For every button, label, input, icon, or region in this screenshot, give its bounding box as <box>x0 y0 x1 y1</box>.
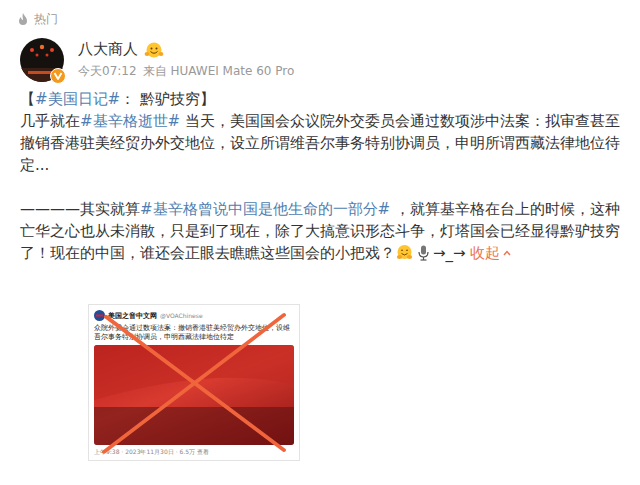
post-meta: 今天07:12 来自 HUAWEI Mate 60 Pro <box>78 63 294 80</box>
hashtag-link[interactable]: #基辛格逝世# <box>80 112 180 130</box>
cross-out-icon <box>88 304 300 461</box>
post-content: 【#美国日记#： 黔驴技穷】几乎就在#基辛格逝世# 当天，美国国会众议院外交委员… <box>0 82 640 264</box>
post-source: 来自 HUAWEI Mate 60 Pro <box>143 63 295 80</box>
tweet-screenshot: 美国之音中文网@VOAChinese 众院外委会通过数项法案：撤销香港驻美经贸办外… <box>88 304 300 461</box>
chevron-up-icon[interactable] <box>502 248 512 258</box>
tweet-header: 美国之音中文网@VOAChinese <box>94 310 294 321</box>
fan-badge-icon <box>144 41 164 59</box>
post-author: 八大商人今天07:12 来自 HUAWEI Mate 60 Pro <box>0 30 640 82</box>
tweet-handle: @VOAChinese <box>160 312 203 319</box>
tweet-meta: 上午9:38 · 2023年11月30日 · 6.5万 查看 <box>94 448 294 457</box>
hashtag-link[interactable]: #基辛格曾说中国是他生命的一部分# <box>140 200 390 218</box>
verified-icon <box>50 68 66 84</box>
post-paragraph: 【#美国日记#： 黔驴技穷】 <box>20 88 626 110</box>
author-name[interactable]: 八大商人 <box>78 40 138 59</box>
tail-text: →_→ <box>433 244 466 262</box>
tweet-text: 众院外委会通过数项法案：撤销香港驻美经贸办外交地位，设维吾尔事务特别协调员，申明… <box>94 324 294 342</box>
text-segment: 【 <box>20 90 35 108</box>
collapse-toggle[interactable]: 收起 <box>470 242 512 264</box>
microphone-emoji-icon <box>415 244 432 261</box>
text-segment: ： 黔驴技穷】 <box>120 90 215 108</box>
voa-avatar-icon <box>94 310 105 321</box>
author-info: 八大商人今天07:12 来自 HUAWEI Mate 60 Pro <box>78 40 294 80</box>
text-segment: ————其实就算 <box>20 200 140 218</box>
post-paragraph: 几乎就在#基辛格逝世# 当天，美国国会众议院外交委员会通过数项涉中法案：拟审查甚… <box>20 110 626 176</box>
post-time: 今天07:12 <box>78 63 137 80</box>
hashtag-link[interactable]: #美国日记# <box>35 90 120 108</box>
photo-shading-icon <box>94 345 294 445</box>
flame-icon <box>16 12 30 26</box>
author-avatar[interactable] <box>20 38 64 82</box>
section-label: 热门 <box>34 11 58 28</box>
tweet-account: 美国之音中文网 <box>108 311 157 321</box>
post-image[interactable]: 美国之音中文网@VOAChinese 众院外委会通过数项法案：撤销香港驻美经贸办外… <box>88 304 300 461</box>
text-segment: 几乎就在 <box>20 112 80 130</box>
section-header: 热门 <box>0 0 640 30</box>
post-paragraph: ————其实就算#基辛格曾说中国是他生命的一部分# ，就算基辛格在台上的时候，这… <box>20 198 626 264</box>
tweet-photo <box>94 345 294 445</box>
hug-emoji-icon <box>396 244 413 261</box>
collapse-label[interactable]: 收起 <box>470 242 500 264</box>
name-row: 八大商人 <box>78 40 294 59</box>
